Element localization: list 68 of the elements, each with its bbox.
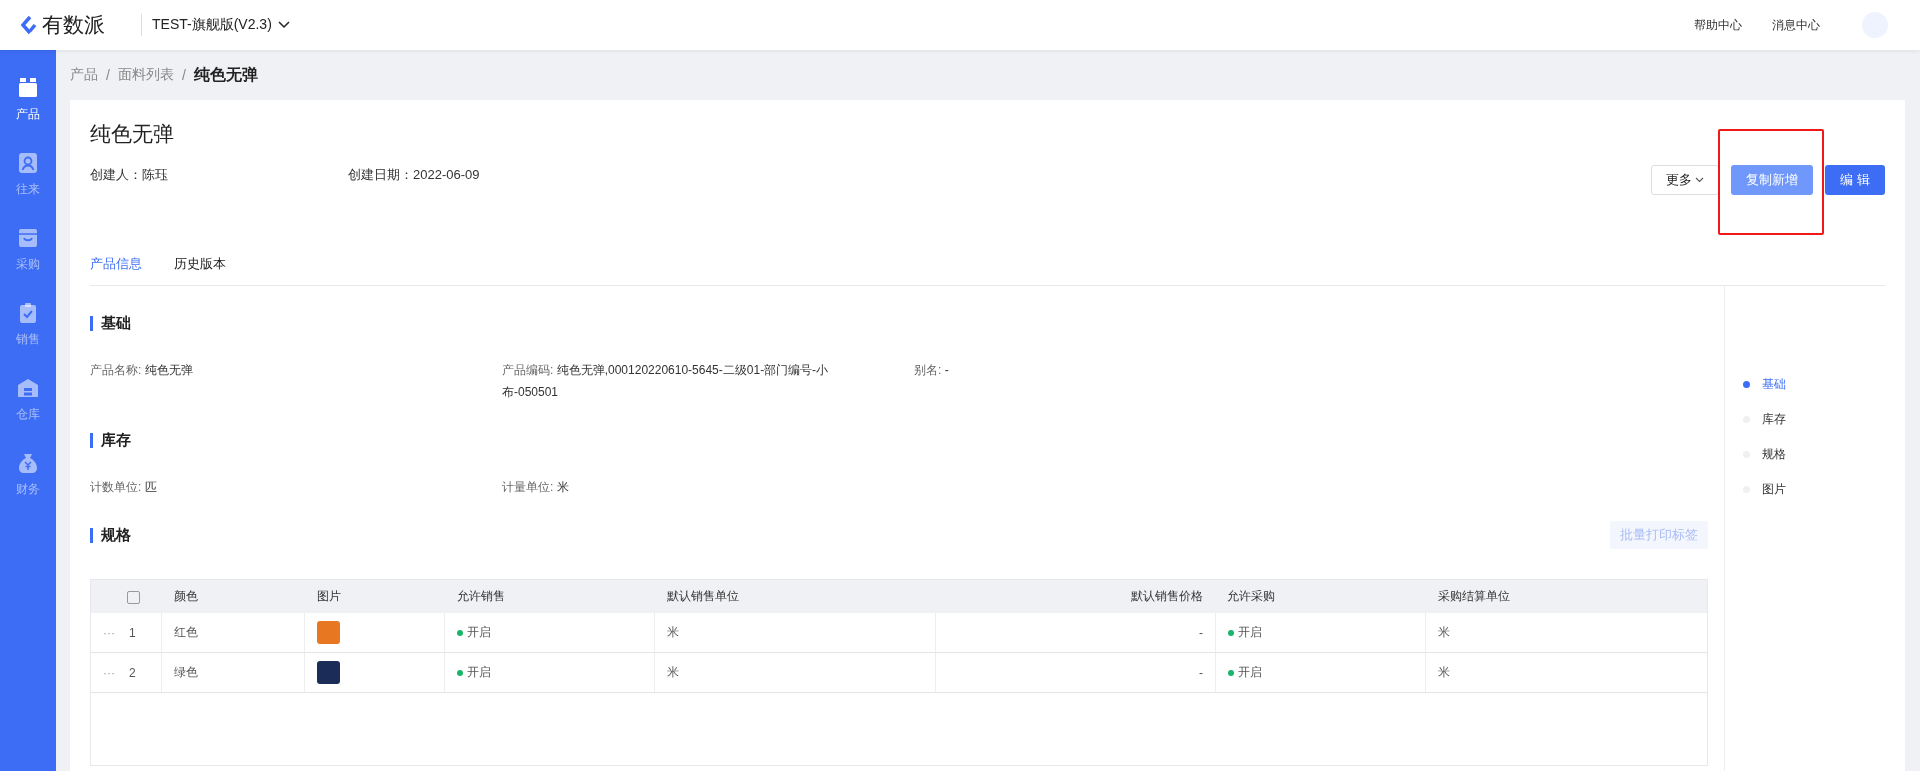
column-header: 允许销售 <box>444 579 655 613</box>
breadcrumb-separator: / <box>181 67 186 83</box>
warehouse-icon[interactable] <box>16 376 40 400</box>
more-dropdown[interactable]: 更多 <box>1651 165 1720 195</box>
column-header: 颜色 <box>161 579 305 613</box>
status-text: 开启 <box>457 625 492 639</box>
select-all-checkbox[interactable] <box>127 590 140 604</box>
chevron-down-icon <box>1695 177 1705 183</box>
field-text: 计量单位: 米 <box>502 479 570 496</box>
chevron-down-icon[interactable] <box>277 21 290 29</box>
column-header: 默认销售单位 <box>654 579 936 613</box>
tab[interactable]: 历史版本 <box>174 255 226 285</box>
breadcrumb-item[interactable]: 产品 <box>70 66 98 84</box>
row-index: 1 <box>129 625 136 640</box>
anchor-link[interactable]: 库存 <box>1743 411 1905 428</box>
status-text: 开启 <box>457 665 492 679</box>
sidebar-item[interactable]: 销售 <box>16 301 40 348</box>
sidebar-item[interactable]: 仓库 <box>16 376 40 423</box>
column-header: 图片 <box>304 579 445 613</box>
column-header: 采购结算单位 <box>1425 579 1708 613</box>
thumbnail-placeholder[interactable] <box>317 621 341 644</box>
section-title: 库存 <box>101 431 131 450</box>
breadcrumb-item: 纯色无弹 <box>193 64 258 85</box>
sidebar-item[interactable]: 采购 <box>16 226 40 273</box>
breadcrumb-separator: / <box>106 67 110 83</box>
column-header: 允许采购 <box>1215 579 1426 613</box>
anchor-link[interactable]: 图片 <box>1743 481 1905 498</box>
meta-text: 创建日期：2022-06-09 <box>348 166 481 184</box>
action-button[interactable]: 编 辑 <box>1825 165 1885 195</box>
anchor-link[interactable]: 基础 <box>1743 376 1905 393</box>
header-link[interactable]: 帮助中心 <box>1694 16 1742 34</box>
table-cell: 红色 <box>161 613 305 653</box>
field-text: 别名: - <box>914 362 950 379</box>
table-cell: 绿色 <box>161 652 305 693</box>
box-icon[interactable] <box>16 76 40 100</box>
table-cell: 米 <box>654 652 936 693</box>
basket-icon[interactable] <box>16 226 40 250</box>
table-cell: - <box>935 652 1216 693</box>
anchor-link[interactable]: 规格 <box>1743 446 1905 463</box>
table-cell: - <box>935 613 1216 653</box>
table-cell: 米 <box>1425 652 1708 693</box>
workspace-selector[interactable]: TEST-旗舰版(V2.3) <box>152 16 290 34</box>
tab[interactable]: 产品信息 <box>90 255 142 285</box>
breadcrumb-item[interactable]: 面料列表 <box>117 66 174 84</box>
thumbnail-placeholder[interactable] <box>317 661 341 684</box>
field-text: 计数单位: 匹 <box>90 479 158 496</box>
column-header: 默认销售价格 <box>935 579 1216 613</box>
table-cell: 米 <box>1425 613 1708 653</box>
field-text: 产品名称: 纯色无弹 <box>90 362 194 379</box>
field-text: 产品编码: 纯色无弹,000120220610-5645-二级01-部门编号-小布-050501 <box>502 362 830 401</box>
sidebar-item[interactable]: 往来 <box>16 151 40 198</box>
app-logo[interactable]: 有数派 <box>20 11 105 39</box>
drag-handle[interactable]: ··· <box>103 625 115 640</box>
row-index: 2 <box>129 665 136 680</box>
action-button[interactable]: 复制新增 <box>1731 165 1814 195</box>
status-text: 开启 <box>1228 665 1262 679</box>
sidebar-item[interactable]: 产品 <box>16 76 40 123</box>
money-bag-icon[interactable] <box>16 451 40 475</box>
sidebar-item[interactable]: 财务 <box>16 451 40 498</box>
contact-card-icon[interactable] <box>16 151 40 175</box>
page-title: 纯色无弹 <box>90 121 175 147</box>
header-link[interactable]: 消息中心 <box>1772 16 1820 34</box>
drag-handle[interactable]: ··· <box>103 665 115 680</box>
status-text: 开启 <box>1228 625 1262 639</box>
table-cell: 米 <box>654 613 936 653</box>
meta-text: 创建人：陈珏 <box>90 166 169 184</box>
section-title: 基础 <box>101 314 131 333</box>
section-title: 规格 <box>101 526 131 545</box>
